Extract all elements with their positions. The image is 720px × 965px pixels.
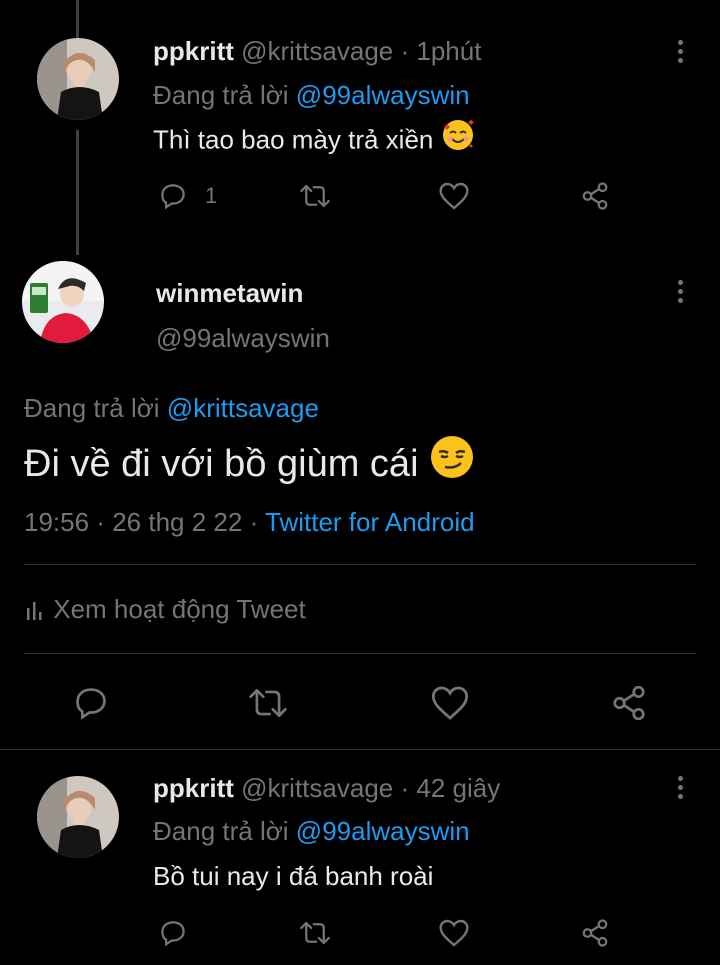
- more-options-icon[interactable]: [676, 776, 684, 803]
- smiling-face-with-hearts-icon: [441, 120, 475, 159]
- tweet-date: 26 thg 2 22: [112, 507, 243, 537]
- more-options-icon[interactable]: [676, 280, 684, 307]
- replying-to-mention[interactable]: @krittsavage: [167, 393, 319, 423]
- replying-to-mention[interactable]: @99alwayswin: [296, 80, 470, 110]
- author-handle[interactable]: @99alwayswin: [156, 323, 330, 354]
- tweet-source[interactable]: Twitter for Android: [265, 507, 475, 537]
- thread-line-top: [76, 0, 79, 38]
- tweet-time[interactable]: 42 giây: [416, 773, 500, 803]
- reply-count: 1: [205, 183, 218, 208]
- replying-to-label: Đang trả lời: [24, 393, 160, 423]
- smirking-face-icon: [429, 436, 475, 490]
- share-icon[interactable]: [580, 918, 610, 953]
- tweet-text: Bồ tui nay i đá banh roài: [153, 861, 434, 891]
- avatar[interactable]: [37, 38, 119, 120]
- tweet-time[interactable]: 1phút: [416, 36, 481, 66]
- separator-dot: ·: [400, 36, 410, 66]
- more-options-icon[interactable]: [676, 40, 684, 67]
- author-name[interactable]: ppkritt: [153, 773, 234, 803]
- reply-icon[interactable]: [158, 181, 188, 216]
- tweet-text-content: Thì tao bao mày trả xiền: [153, 124, 434, 155]
- retweet-icon[interactable]: [246, 684, 290, 727]
- view-activity-link[interactable]: Xem hoạt động Tweet: [24, 594, 306, 627]
- author-handle[interactable]: @krittsavage: [241, 36, 393, 66]
- like-icon[interactable]: [438, 181, 470, 216]
- tweet-text-content: Đi về đi với bồ giùm cái: [24, 443, 419, 486]
- replying-to-mention[interactable]: @99alwayswin: [296, 816, 470, 846]
- share-icon[interactable]: [580, 181, 610, 216]
- retweet-icon[interactable]: [298, 918, 332, 953]
- replying-to-label: Đang trả lời: [153, 816, 289, 846]
- replying-to-label: Đang trả lời: [153, 80, 289, 110]
- view-activity-label: Xem hoạt động Tweet: [53, 594, 306, 624]
- author-handle[interactable]: @krittsavage: [241, 773, 393, 803]
- divider: [0, 749, 720, 750]
- tweet-text: Thì tao bao mày trả xiền: [153, 120, 475, 159]
- reply-icon[interactable]: [158, 918, 188, 953]
- avatar[interactable]: [22, 261, 104, 343]
- share-icon[interactable]: [610, 684, 648, 727]
- thread-line-connector: [76, 130, 79, 255]
- reply-icon[interactable]: [72, 684, 110, 727]
- author-name[interactable]: winmetawin: [156, 278, 303, 309]
- separator-dot: ·: [249, 507, 259, 537]
- retweet-icon[interactable]: [298, 181, 332, 216]
- separator-dot: ·: [96, 507, 105, 537]
- avatar[interactable]: [37, 776, 119, 858]
- tweet-text: Đi về đi với bồ giùm cái: [24, 436, 475, 490]
- tweet-time: 19:56: [24, 507, 90, 537]
- divider: [24, 564, 696, 565]
- author-name[interactable]: ppkritt: [153, 36, 234, 66]
- divider: [24, 653, 696, 654]
- analytics-icon: [24, 596, 46, 627]
- separator-dot: ·: [400, 773, 410, 803]
- like-icon[interactable]: [430, 684, 470, 727]
- like-icon[interactable]: [438, 918, 470, 953]
